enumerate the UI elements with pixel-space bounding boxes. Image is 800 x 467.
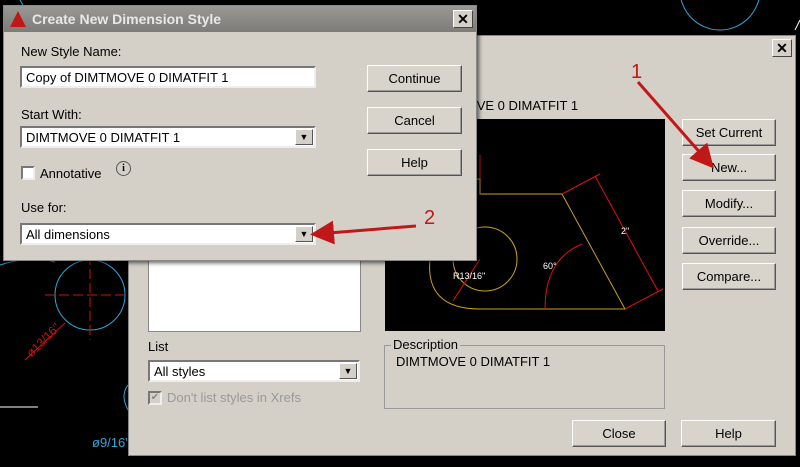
styles-list[interactable] [148,260,361,332]
start-with-value: DIMTMOVE 0 DIMATFIT 1 [26,130,181,145]
list-select[interactable]: All styles ▼ [148,360,360,382]
cad-dim-text-2: ø9/16" [92,435,130,450]
start-with-select[interactable]: DIMTMOVE 0 DIMATFIT 1 ▼ [20,126,316,148]
continue-button[interactable]: Continue [367,65,462,92]
close-icon[interactable]: ✕ [772,39,792,57]
modify-button[interactable]: Modify... [682,190,776,217]
preview-dim-linear: 2" [621,226,629,236]
info-icon[interactable]: i [116,161,131,176]
description-text: DIMTMOVE 0 DIMATFIT 1 [396,354,551,369]
use-for-value: All dimensions [26,227,110,242]
new-style-name-label: New Style Name: [21,44,122,59]
override-button[interactable]: Override... [682,227,776,254]
list-select-value: All styles [154,364,206,379]
list-label: List [148,339,169,354]
use-for-select[interactable]: All dimensions ▼ [20,223,316,245]
cancel-button[interactable]: Cancel [367,107,462,134]
new-style-name-input[interactable]: Copy of DIMTMOVE 0 DIMATFIT 1 [20,66,316,88]
chevron-down-icon[interactable]: ▼ [295,226,313,242]
use-for-label: Use for: [21,200,67,215]
create-new-dimension-style-dialog: Create New Dimension Style ✕ New Style N… [3,5,477,261]
compare-button[interactable]: Compare... [682,263,776,290]
title-bar: Create New Dimension Style ✕ [4,6,476,32]
close-icon[interactable]: ✕ [453,10,473,28]
description-group: Description DIMTMOVE 0 DIMATFIT 1 [384,337,665,409]
new-button[interactable]: New... [682,154,776,181]
set-current-button[interactable]: Set Current [682,119,776,146]
close-button[interactable]: Close [572,420,666,447]
description-label: Description [391,337,461,352]
chevron-down-icon[interactable]: ▼ [339,363,357,379]
xrefs-label: Don't list styles in Xrefs [167,390,301,405]
start-with-label: Start With: [21,107,82,122]
annotative-label: Annotative [40,166,102,181]
help-button[interactable]: Help [367,149,462,176]
preview-dim-radius: R13/16" [453,271,485,281]
cad-dim-text-1: ø13/16" [24,321,63,360]
dialog-title: Create New Dimension Style [32,11,222,27]
annotative-checkbox[interactable] [21,166,35,180]
autocad-logo-icon [10,11,26,27]
help-button[interactable]: Help [681,420,776,447]
chevron-down-icon[interactable]: ▼ [295,129,313,145]
preview-dim-angle: 60° [543,261,557,271]
xrefs-checkbox[interactable]: ✔ [148,391,162,405]
